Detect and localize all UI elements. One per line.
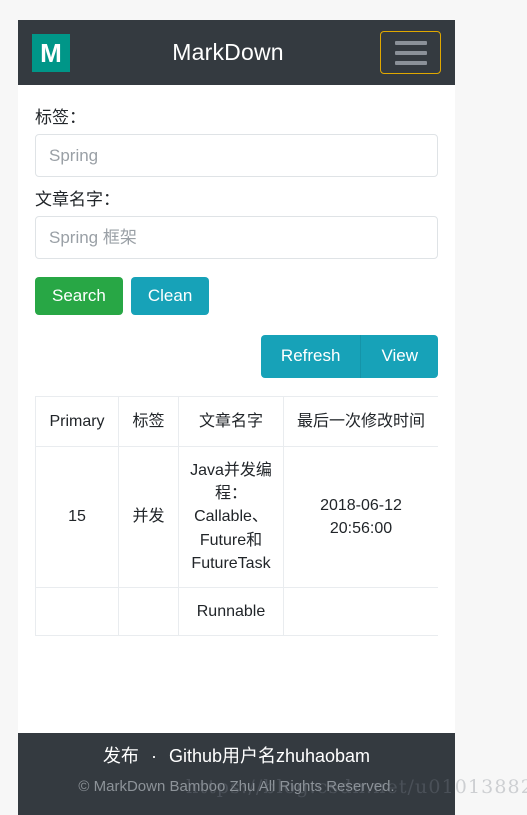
cell-title: Runnable xyxy=(178,586,284,637)
hamburger-bar-1 xyxy=(394,40,427,45)
column-header-date[interactable]: 最后一次修改时间 xyxy=(283,395,438,447)
brand-logo-icon[interactable]: M xyxy=(32,33,70,72)
footer-copyright: © MarkDown Bamboo Zhu All Rights Reserve… xyxy=(78,778,395,795)
title-input[interactable] xyxy=(35,216,438,259)
cell-tag: 并发 xyxy=(118,445,179,588)
table-scroll-container[interactable]: Primary 标签 文章名字 最后一次修改时间 15 并发 Java并发编程：… xyxy=(35,395,438,637)
site-footer: 发布 · Github用户名zhuhaobam © MarkDown Bambo… xyxy=(18,733,455,815)
table-actions: Refresh View xyxy=(35,335,438,378)
page-title: MarkDown xyxy=(172,39,284,65)
table-action-group: Refresh View xyxy=(260,335,438,378)
title-field-label: 文章名字： xyxy=(35,190,120,209)
page-container: M MarkDown 标签： 文章名字： Search Clean Refres… xyxy=(18,20,455,815)
brand-logo-letter: M xyxy=(40,37,62,68)
search-button[interactable]: Search xyxy=(35,277,123,316)
column-header-title[interactable]: 文章名字 xyxy=(178,395,284,447)
articles-table: Primary 标签 文章名字 最后一次修改时间 15 并发 Java并发编程：… xyxy=(35,395,438,637)
cell-title: Java并发编程：Callable、Future和FutureTask xyxy=(178,445,284,588)
table-header-row: Primary 标签 文章名字 最后一次修改时间 xyxy=(35,395,438,447)
hamburger-bar-2 xyxy=(394,50,427,55)
hamburger-bar-3 xyxy=(394,60,427,65)
refresh-button[interactable]: Refresh xyxy=(260,335,361,378)
cell-date: 2018-06-12 20:56:00 xyxy=(283,445,438,588)
cell-primary xyxy=(35,586,119,637)
table-row[interactable]: Runnable xyxy=(35,586,438,637)
search-actions: Search Clean xyxy=(35,277,438,316)
table-head: Primary 标签 文章名字 最后一次修改时间 xyxy=(35,395,438,447)
cell-date xyxy=(283,586,438,637)
table-body: 15 并发 Java并发编程：Callable、Future和FutureTas… xyxy=(35,445,438,637)
column-header-tag[interactable]: 标签 xyxy=(118,395,179,447)
main-content: 标签： 文章名字： Search Clean Refresh View Prim… xyxy=(18,85,455,637)
column-header-primary[interactable]: Primary xyxy=(35,395,119,447)
view-button[interactable]: View xyxy=(360,335,438,378)
cell-tag xyxy=(118,586,179,637)
tag-input[interactable] xyxy=(35,134,438,177)
tag-field-label: 标签： xyxy=(35,108,86,127)
footer-credit-line: 发布 · Github用户名zhuhaobam xyxy=(18,743,455,770)
footer-github-link[interactable]: Github用户名zhuhaobam xyxy=(169,746,370,766)
clean-button[interactable]: Clean xyxy=(130,277,210,316)
footer-separator: · xyxy=(150,746,157,766)
table-row[interactable]: 15 并发 Java并发编程：Callable、Future和FutureTas… xyxy=(35,445,438,588)
footer-publish-label: 发布 xyxy=(102,746,139,766)
hamburger-menu-icon[interactable] xyxy=(380,31,441,74)
cell-primary: 15 xyxy=(35,445,119,588)
navbar: M MarkDown xyxy=(18,20,455,85)
